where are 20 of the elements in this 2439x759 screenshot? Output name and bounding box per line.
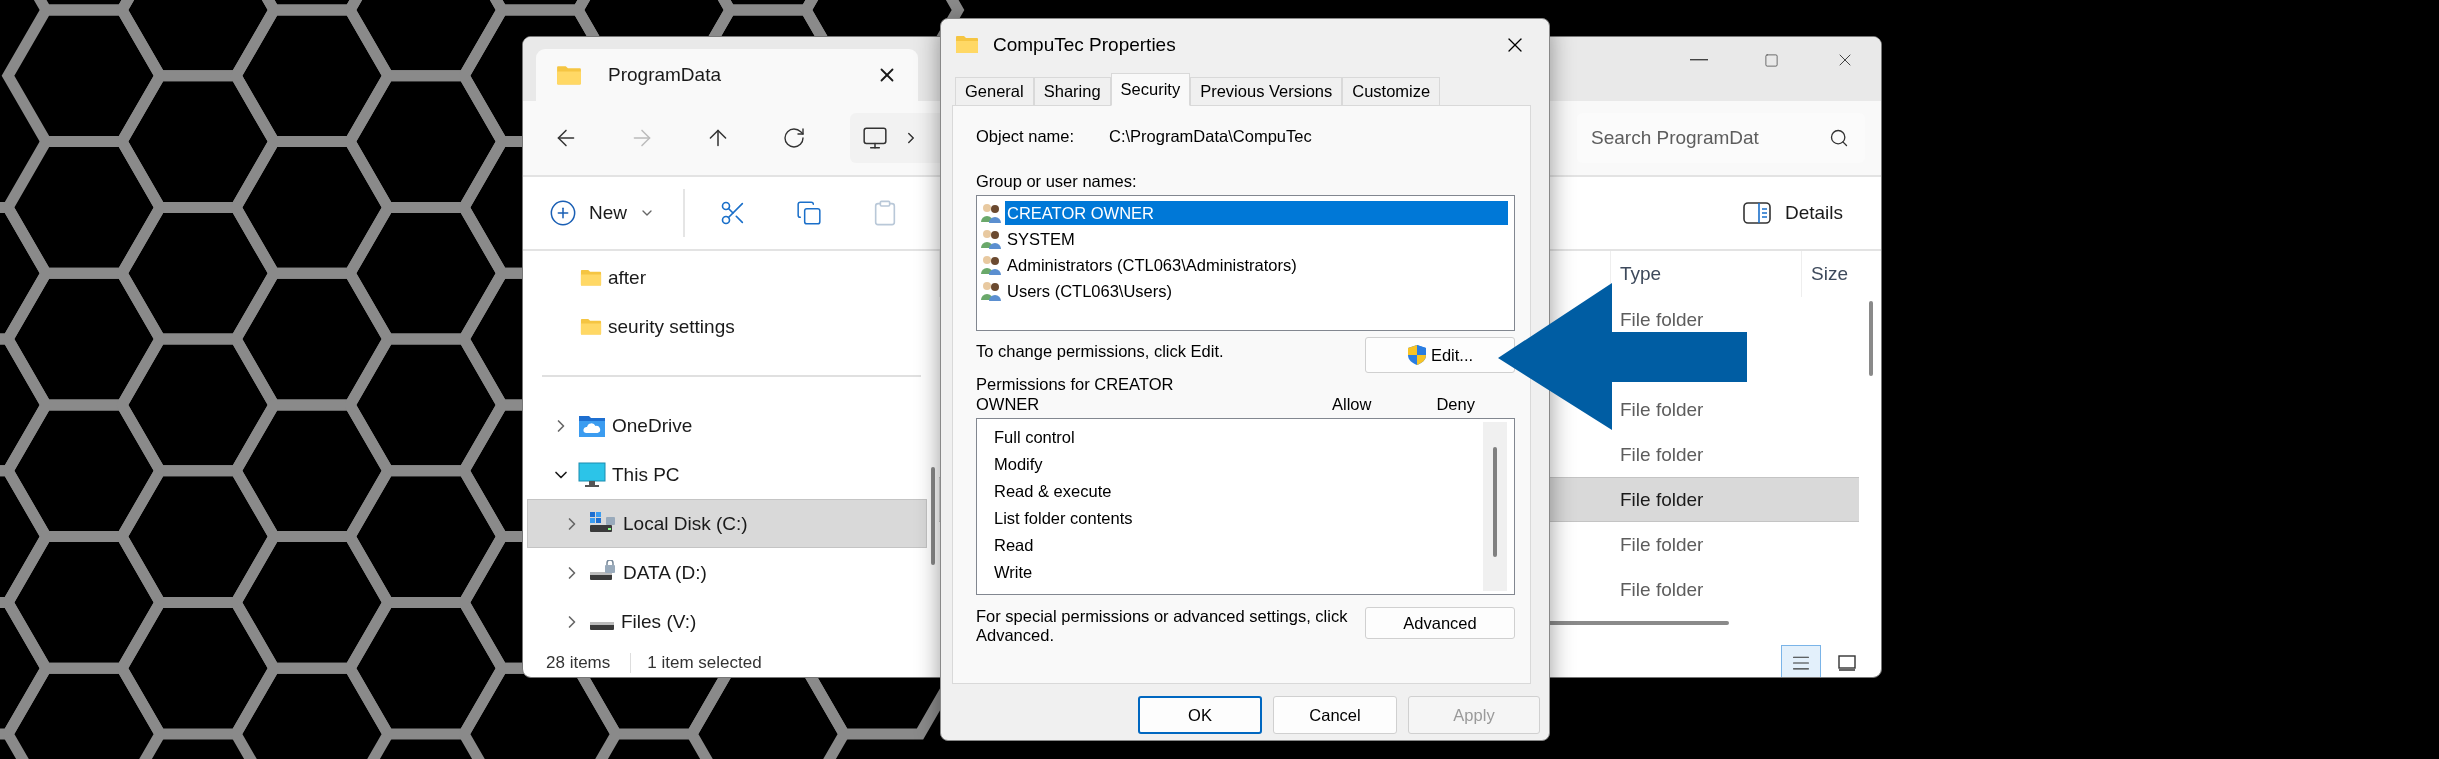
permission-item: Read & execute <box>994 481 1113 502</box>
deny-header: Deny <box>1436 394 1475 414</box>
selection-count: 1 item selected <box>647 653 762 673</box>
advanced-hint: For special permissions or advanced settings, click Advanced. <box>976 607 1349 645</box>
permission-item: Full control <box>994 427 1076 448</box>
permission-item: List folder contents <box>994 508 1134 529</box>
permission-item: Write <box>994 562 1034 583</box>
table-cell-text: File folder <box>1619 308 1705 331</box>
window-title: ProgramData <box>608 64 722 86</box>
change-hint: To change permissions, click Edit. <box>976 341 1224 361</box>
item-count: 28 items <box>546 653 611 673</box>
object-name-label: Object name: <box>976 126 1076 146</box>
object-name: C:\ProgramData\CompuTec <box>1109 126 1312 146</box>
dialog-title: CompuTec Properties <box>993 34 1177 56</box>
permission-item: Read <box>994 535 1035 556</box>
permission-item: Modify <box>994 454 1044 475</box>
allow-header: Allow <box>1332 394 1372 414</box>
group-label: Group or user names: <box>976 171 1138 191</box>
table-cell-text: File folder <box>1619 488 1705 511</box>
permissions-label: Permissions for CREATOR OWNER <box>976 374 1175 414</box>
